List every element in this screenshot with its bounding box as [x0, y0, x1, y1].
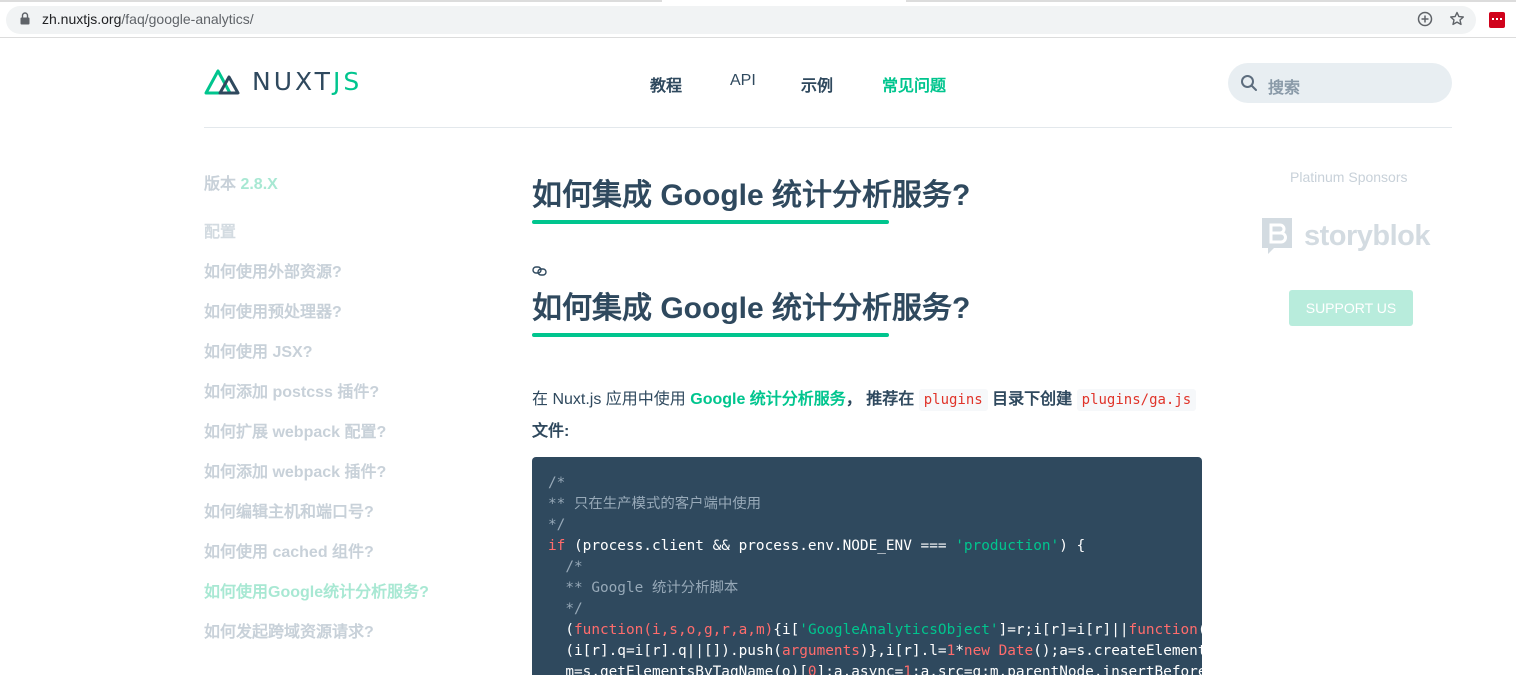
nav-api[interactable]: API [730, 72, 756, 90]
nav-faq[interactable]: 常见问题 [882, 72, 946, 96]
inline-code-plugins: plugins [918, 389, 988, 411]
sidebar-item-webpack-plugins[interactable]: 如何添加 webpack 插件? [204, 458, 386, 482]
sidebar-item-extend-webpack[interactable]: 如何扩展 webpack 配置? [204, 418, 386, 442]
link-anchor-icon[interactable] [532, 264, 548, 278]
logo-text: NUXTJS [252, 66, 363, 96]
nuxt-mountain-icon [204, 69, 240, 95]
section-title-underline [532, 333, 889, 337]
header-divider [204, 127, 1452, 128]
google-analytics-link[interactable]: Google 统计分析服务 [690, 391, 846, 408]
sidebar-item-cached-components[interactable]: 如何使用 cached 组件? [204, 538, 374, 562]
sidebar-item-google-analytics[interactable]: 如何使用Google统计分析服务? [204, 578, 429, 602]
tab-strip [0, 0, 1516, 2]
url-text[interactable]: zh.nuxtjs.org/faq/google-analytics/ [42, 11, 254, 27]
storyblok-wordmark: storyblok [1304, 219, 1431, 252]
page-title: 如何集成 Google 统计分析服务? [532, 179, 971, 212]
sidebar-item-external-resources[interactable]: 如何使用外部资源? [204, 258, 342, 282]
lock-icon[interactable] [20, 12, 30, 25]
sidebar-item-host-port[interactable]: 如何编辑主机和端口号? [204, 498, 374, 522]
intro-paragraph: 在 Nuxt.js 应用中使用 Google 统计分析服务， 推荐在 plugi… [532, 384, 1212, 447]
sidebar-item-jsx[interactable]: 如何使用 JSX? [204, 338, 312, 362]
sidebar-section-heading: 配置 [204, 224, 237, 241]
search-icon [1241, 75, 1257, 91]
version-label[interactable]: 版本 2.8.X [204, 170, 278, 194]
nav-examples[interactable]: 示例 [801, 72, 833, 96]
section-title: 如何集成 Google 统计分析服务? [532, 292, 971, 325]
add-circle-icon[interactable] [1416, 10, 1434, 28]
support-us-button[interactable]: SUPPORT US [1289, 290, 1413, 326]
star-bookmark-icon[interactable] [1448, 10, 1466, 28]
extension-icon[interactable] [1489, 12, 1505, 28]
search-input[interactable]: 搜索 [1228, 63, 1452, 103]
title-underline [532, 220, 889, 224]
sidebar-item-preprocessors[interactable]: 如何使用预处理器? [204, 298, 342, 322]
storyblok-icon [1262, 218, 1292, 254]
sidebar-item-postcss-plugins[interactable]: 如何添加 postcss 插件? [204, 378, 379, 402]
inline-code-ga-file: plugins/ga.js [1076, 389, 1197, 411]
sponsors-heading: Platinum Sponsors [1290, 169, 1408, 185]
code-block[interactable]: /* ** 只在生产模式的客户端中使用 */ if (process.clien… [532, 457, 1202, 675]
browser-toolbar: zh.nuxtjs.org/faq/google-analytics/ [0, 0, 1516, 38]
search-placeholder: 搜索 [1268, 80, 1301, 97]
nuxtjs-logo[interactable]: NUXTJS [204, 66, 362, 96]
storyblok-sponsor-logo[interactable]: storyblok [1260, 216, 1431, 256]
sidebar-item-cors[interactable]: 如何发起跨域资源请求? [204, 618, 374, 642]
nav-tutorial[interactable]: 教程 [650, 72, 682, 96]
